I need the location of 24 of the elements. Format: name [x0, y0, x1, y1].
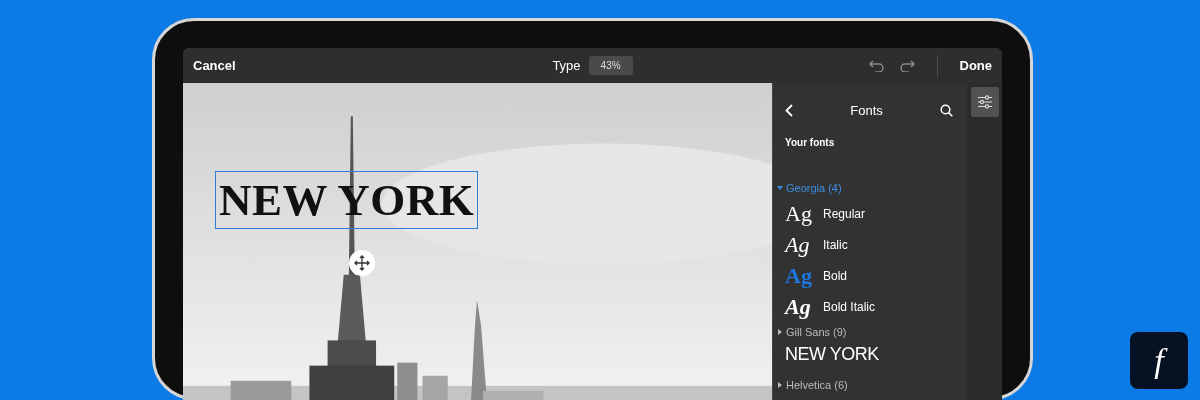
font-style-item[interactable]: Ag Bold Italic	[773, 291, 888, 322]
undo-icon[interactable]	[868, 59, 885, 72]
panel-title: Fonts	[850, 102, 883, 118]
font-style-item[interactable]: Ag Italic	[773, 229, 860, 260]
zoom-level[interactable]: 43%	[588, 56, 633, 75]
font-family-name[interactable]: Gill Sans (9)	[786, 326, 847, 338]
caret-icon[interactable]	[777, 329, 783, 335]
font-family-name[interactable]: Georgia (4)	[786, 182, 842, 194]
app-logo: f	[1130, 332, 1188, 389]
font-style-item[interactable]: Ag Regular	[773, 198, 878, 229]
cancel-button[interactable]: Cancel	[193, 56, 236, 75]
font-preview[interactable]: NEW YORK	[773, 342, 891, 375]
search-icon[interactable]	[940, 103, 953, 117]
font-style-item[interactable]: Ag Bold	[773, 260, 860, 291]
mode-label: Type	[552, 58, 581, 73]
redo-icon[interactable]	[898, 59, 915, 72]
caret-icon[interactable]	[777, 382, 783, 388]
back-icon[interactable]	[785, 103, 793, 117]
move-handle-icon[interactable]	[348, 249, 376, 277]
caret-icon[interactable]	[777, 185, 783, 191]
font-family-name[interactable]: Helvetica (6)	[786, 379, 848, 391]
section-heading: Your fonts	[784, 137, 836, 148]
filter-settings-icon[interactable]	[971, 87, 999, 117]
done-button[interactable]: Done	[959, 56, 992, 75]
